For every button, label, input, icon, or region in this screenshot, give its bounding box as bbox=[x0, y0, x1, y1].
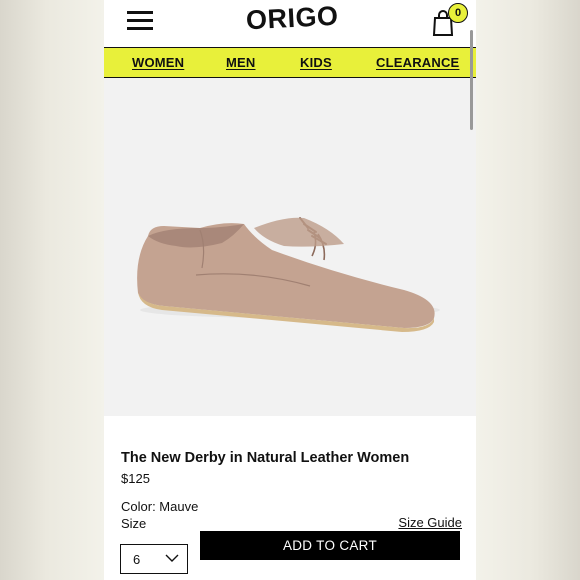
product-image bbox=[104, 78, 476, 416]
size-select[interactable]: 6 bbox=[120, 544, 188, 574]
product-title: The New Derby in Natural Leather Women bbox=[121, 450, 410, 466]
scrollbar[interactable] bbox=[470, 30, 473, 130]
cart-count-badge: 0 bbox=[448, 3, 468, 23]
chevron-down-icon bbox=[165, 554, 179, 562]
nav-item-clearance[interactable]: CLEARANCE bbox=[376, 55, 459, 70]
cart-button[interactable]: 0 bbox=[432, 3, 470, 40]
derby-shoe-image bbox=[137, 217, 440, 332]
brand-logo[interactable]: ORIGO bbox=[245, 1, 339, 37]
nav-item-men[interactable]: MEN bbox=[226, 55, 256, 70]
nav-item-women[interactable]: WOMEN bbox=[132, 55, 184, 70]
site-header: ORIGO 0 bbox=[104, 0, 476, 46]
add-to-cart-button[interactable]: ADD TO CART bbox=[200, 531, 460, 560]
size-guide-link[interactable]: Size Guide bbox=[398, 515, 462, 530]
product-color: Color: Mauve bbox=[121, 499, 199, 514]
menu-icon[interactable] bbox=[127, 9, 153, 31]
selected-size: 6 bbox=[133, 552, 141, 567]
nav-item-kids[interactable]: KIDS bbox=[300, 55, 332, 70]
category-nav: WOMEN MEN KIDS CLEARANCE bbox=[104, 47, 476, 78]
size-label: Size bbox=[121, 516, 147, 531]
product-price: $125 bbox=[121, 471, 150, 486]
product-page: ORIGO 0 WOMEN MEN KIDS CLEARANCE The New… bbox=[104, 0, 476, 580]
